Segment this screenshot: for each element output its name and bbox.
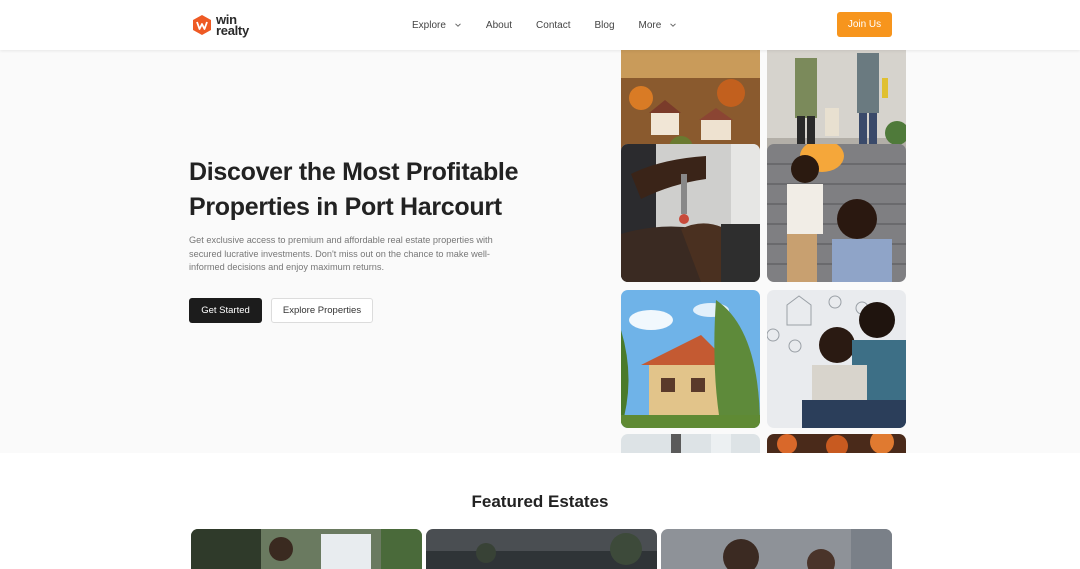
estate-card-image xyxy=(661,529,892,569)
logo-icon xyxy=(193,15,211,35)
top-navbar: win realty Explore About Contact Blog Mo… xyxy=(0,0,1080,50)
chevron-down-icon xyxy=(455,23,461,27)
estate-card-image xyxy=(191,529,422,569)
partial-photo-2 xyxy=(767,434,906,453)
featured-estates-heading: Featured Estates xyxy=(471,492,609,511)
nav-item-explore[interactable]: Explore xyxy=(412,20,462,31)
hero-section: Discover the Most Profitable Properties … xyxy=(0,50,1080,453)
nav-item-label: Contact xyxy=(536,19,571,31)
key-handover-photo xyxy=(621,144,760,282)
get-started-button[interactable]: Get Started xyxy=(189,298,262,323)
nav-item-label: About xyxy=(485,19,513,31)
brand-wordmark: win realty xyxy=(216,13,249,38)
nav-item-blog[interactable]: Blog xyxy=(595,20,615,31)
explore-properties-button[interactable]: Explore Properties xyxy=(271,298,373,323)
nav-item-contact[interactable]: Contact xyxy=(536,20,570,31)
partial-photo-1 xyxy=(621,434,760,453)
estate-card-image xyxy=(426,529,657,569)
join-us-button[interactable]: Join Us xyxy=(837,12,892,37)
nav-item-label: Explore xyxy=(412,19,446,31)
nav-item-more[interactable]: More xyxy=(639,20,678,31)
mother-child-balloon-photo xyxy=(767,144,906,282)
brand-logo[interactable]: win realty xyxy=(191,12,249,38)
estate-card[interactable] xyxy=(661,529,892,569)
house-photo xyxy=(621,290,760,428)
estate-card[interactable] xyxy=(191,529,422,569)
nav-item-about[interactable]: About xyxy=(486,20,512,31)
couple-photo xyxy=(767,290,906,428)
nav-item-label: Blog xyxy=(594,19,615,31)
hero-subtitle: Get exclusive access to premium and affo… xyxy=(189,235,493,272)
estate-card[interactable] xyxy=(426,529,657,569)
nav-menu: Explore About Contact Blog More xyxy=(412,0,701,50)
brand-line2: realty xyxy=(216,23,249,38)
hero-title: Discover the Most Profitable Properties … xyxy=(189,158,519,221)
nav-item-label: More xyxy=(638,19,662,31)
chevron-down-icon xyxy=(670,23,677,27)
